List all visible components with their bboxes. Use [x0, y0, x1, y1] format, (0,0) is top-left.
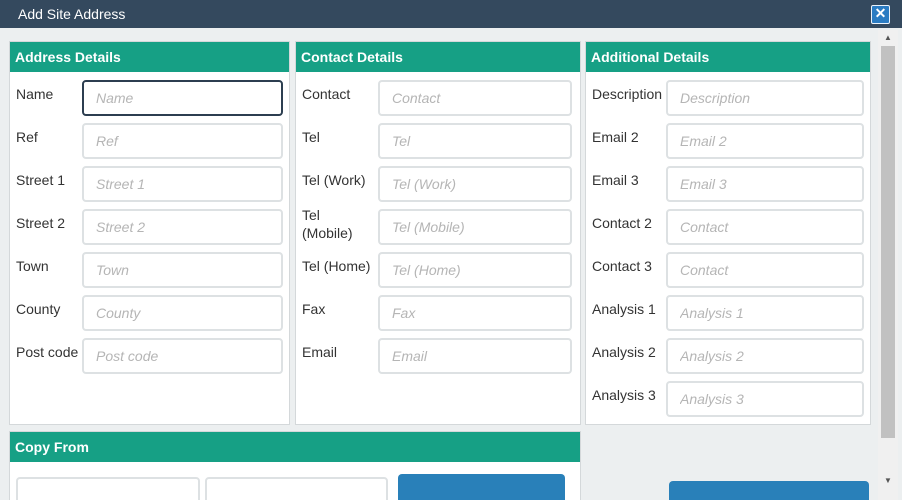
email2-row: Email 2	[586, 123, 870, 159]
street2-row: Street 2	[10, 209, 289, 245]
name-row: Name	[10, 80, 289, 116]
name-input[interactable]	[82, 80, 283, 116]
contact2-label: Contact 2	[592, 215, 652, 231]
town-input[interactable]	[82, 252, 283, 288]
ref-row: Ref	[10, 123, 289, 159]
tel-work-label: Tel (Work)	[302, 172, 366, 188]
analysis3-input[interactable]	[666, 381, 864, 417]
contact2-row: Contact 2	[586, 209, 870, 245]
email-label: Email	[302, 344, 338, 360]
county-row: County	[10, 295, 289, 331]
dialog-title: Add Site Address	[18, 6, 126, 22]
contact2-input[interactable]	[666, 209, 864, 245]
street1-label: Street 1	[16, 172, 66, 188]
address-details-panel: Address Details Name Ref Street 1 Street…	[9, 41, 290, 425]
analysis1-input[interactable]	[666, 295, 864, 331]
email-row: Email	[296, 338, 580, 374]
contact3-input[interactable]	[666, 252, 864, 288]
analysis2-label: Analysis 2	[592, 344, 656, 360]
copy-item-select[interactable]	[205, 477, 388, 500]
tel-mobile-label: Tel (Mobile)	[302, 207, 353, 241]
copy-source-select[interactable]	[16, 477, 200, 500]
tel-mobile-row: Tel (Mobile)	[296, 207, 580, 245]
dialog-titlebar: Add Site Address ✕	[0, 0, 902, 28]
analysis1-row: Analysis 1	[586, 295, 870, 331]
contact3-label: Contact 3	[592, 258, 652, 274]
description-label: Description	[592, 86, 663, 102]
tel-row: Tel	[296, 123, 580, 159]
county-input[interactable]	[82, 295, 283, 331]
postcode-input[interactable]	[82, 338, 283, 374]
street2-input[interactable]	[82, 209, 283, 245]
vertical-scrollbar[interactable]: ▲ ▼	[878, 30, 898, 500]
tel-work-row: Tel (Work)	[296, 166, 580, 202]
street1-input[interactable]	[82, 166, 283, 202]
town-label: Town	[16, 258, 49, 274]
email3-input[interactable]	[666, 166, 864, 202]
analysis2-row: Analysis 2	[586, 338, 870, 374]
analysis2-input[interactable]	[666, 338, 864, 374]
tel-label: Tel	[302, 129, 320, 145]
email3-row: Email 3	[586, 166, 870, 202]
fax-row: Fax	[296, 295, 580, 331]
scroll-thumb[interactable]	[881, 46, 895, 438]
additional-details-panel: Additional Details Description Email 2 E…	[585, 41, 871, 425]
scroll-down-icon[interactable]: ▼	[878, 473, 898, 489]
street2-label: Street 2	[16, 215, 66, 231]
tel-home-label: Tel (Home)	[302, 258, 371, 274]
address-details-header: Address Details	[10, 42, 289, 72]
scroll-up-icon[interactable]: ▲	[878, 30, 898, 46]
analysis1-label: Analysis 1	[592, 301, 656, 317]
close-icon: ✕	[874, 5, 887, 21]
street1-row: Street 1	[10, 166, 289, 202]
contact-input[interactable]	[378, 80, 572, 116]
postcode-row: Post code	[10, 338, 289, 374]
county-label: County	[16, 301, 61, 317]
email3-label: Email 3	[592, 172, 639, 188]
close-button[interactable]: ✕	[871, 5, 890, 24]
contact3-row: Contact 3	[586, 252, 870, 288]
tel-work-input[interactable]	[378, 166, 572, 202]
email-input[interactable]	[378, 338, 572, 374]
copy-from-panel: Copy From	[9, 431, 581, 500]
fax-input[interactable]	[378, 295, 572, 331]
tel-home-row: Tel (Home)	[296, 252, 580, 288]
ref-input[interactable]	[82, 123, 283, 159]
email2-label: Email 2	[592, 129, 639, 145]
description-row: Description	[586, 80, 870, 116]
postcode-label: Post code	[16, 344, 79, 360]
contact-details-header: Contact Details	[296, 42, 580, 72]
contact-label: Contact	[302, 86, 351, 102]
analysis3-label: Analysis 3	[592, 387, 656, 403]
save-button[interactable]	[669, 481, 869, 500]
tel-home-input[interactable]	[378, 252, 572, 288]
fax-label: Fax	[302, 301, 326, 317]
copy-from-header: Copy From	[10, 432, 580, 462]
ref-label: Ref	[16, 129, 38, 145]
additional-details-header: Additional Details	[586, 42, 870, 72]
contact-details-panel: Contact Details Contact Tel Tel (Work) T…	[295, 41, 581, 425]
email2-input[interactable]	[666, 123, 864, 159]
tel-input[interactable]	[378, 123, 572, 159]
copy-button[interactable]	[398, 474, 565, 500]
town-row: Town	[10, 252, 289, 288]
analysis3-row: Analysis 3	[586, 381, 870, 417]
contact-row: Contact	[296, 80, 580, 116]
name-label: Name	[16, 86, 54, 102]
tel-mobile-input[interactable]	[378, 209, 572, 245]
description-input[interactable]	[666, 80, 864, 116]
